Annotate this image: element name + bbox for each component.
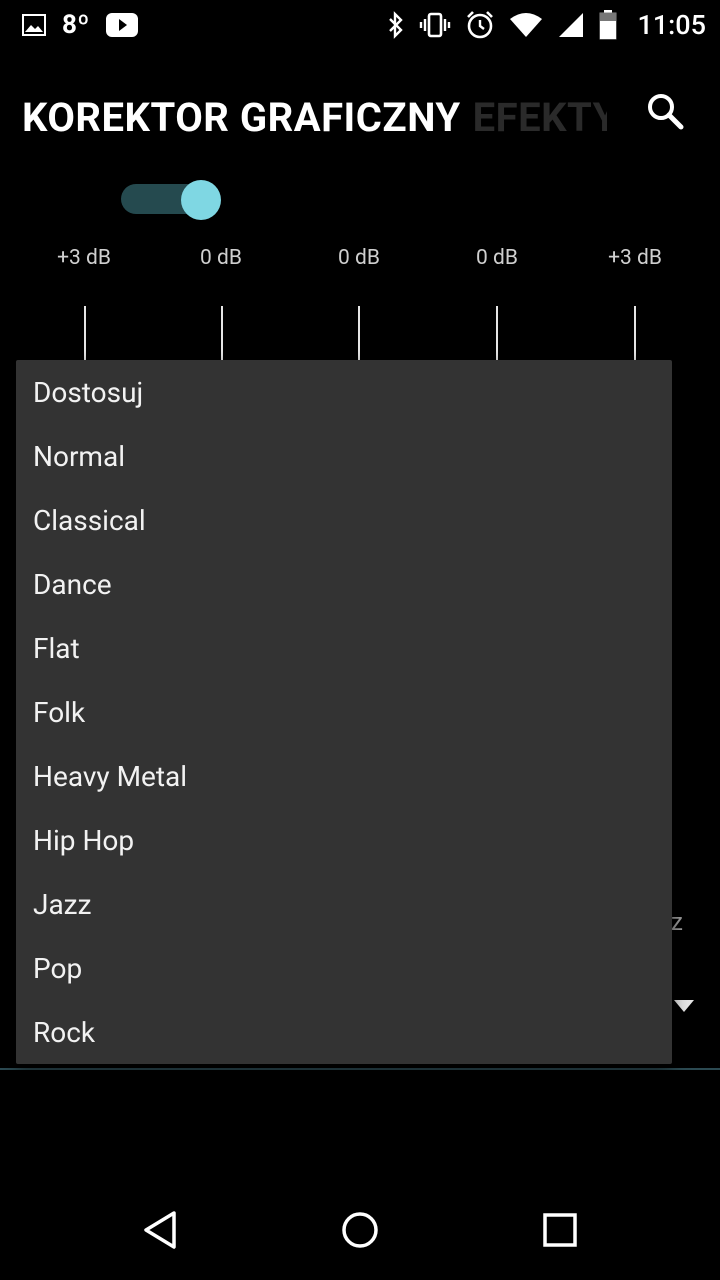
background-partial-text: z bbox=[671, 908, 683, 936]
search-icon bbox=[645, 91, 685, 135]
band-slider-5[interactable] bbox=[634, 306, 636, 360]
status-bar: 8º 11:05 bbox=[0, 0, 720, 50]
band-label-5: +3 dB bbox=[608, 246, 662, 270]
spinner-underline bbox=[0, 1068, 720, 1070]
status-left: 8º bbox=[22, 10, 138, 40]
chevron-down-icon bbox=[674, 1000, 694, 1012]
preset-option[interactable]: Rock bbox=[16, 1000, 672, 1064]
equalizer-toggle[interactable] bbox=[121, 180, 223, 220]
vibrate-icon bbox=[419, 12, 451, 38]
back-button[interactable] bbox=[130, 1202, 190, 1262]
recents-button[interactable] bbox=[530, 1202, 590, 1262]
bluetooth-icon bbox=[387, 11, 405, 39]
app-header: KOREKTOR GRAFICZNY EFEKTY bbox=[0, 84, 720, 154]
alarm-icon bbox=[465, 10, 495, 40]
clock: 11:05 bbox=[637, 9, 706, 41]
preset-option[interactable]: Heavy Metal bbox=[16, 744, 672, 808]
navigation-bar bbox=[0, 1180, 720, 1280]
band-slider-2[interactable] bbox=[221, 306, 223, 360]
band-label-4: 0 dB bbox=[476, 246, 518, 270]
wifi-icon bbox=[509, 12, 543, 38]
youtube-icon bbox=[105, 13, 138, 37]
preset-option[interactable]: Classical bbox=[16, 488, 672, 552]
tab-strip: KOREKTOR GRAFICZNY EFEKTY bbox=[22, 94, 607, 144]
band-slider-4[interactable] bbox=[496, 306, 498, 360]
temperature: 8º bbox=[62, 10, 90, 40]
band-label-1: +3 dB bbox=[57, 246, 111, 270]
preset-option[interactable]: Jazz bbox=[16, 872, 672, 936]
preset-dropdown-menu: Dostosuj Normal Classical Dance Flat Fol… bbox=[16, 360, 672, 1064]
recents-icon bbox=[542, 1212, 578, 1252]
image-icon bbox=[22, 14, 46, 36]
signal-icon bbox=[557, 11, 585, 39]
preset-option[interactable]: Dostosuj bbox=[16, 360, 672, 424]
back-icon bbox=[140, 1209, 180, 1255]
toggle-thumb[interactable] bbox=[181, 180, 221, 220]
preset-option[interactable]: Dance bbox=[16, 552, 672, 616]
tab-graphic-equalizer[interactable]: KOREKTOR GRAFICZNY bbox=[22, 94, 461, 141]
preset-option[interactable]: Hip Hop bbox=[16, 808, 672, 872]
preset-option[interactable]: Flat bbox=[16, 616, 672, 680]
preset-option[interactable]: Normal bbox=[16, 424, 672, 488]
status-right: 11:05 bbox=[387, 9, 706, 41]
preset-option[interactable]: Pop bbox=[16, 936, 672, 1000]
home-button[interactable] bbox=[330, 1202, 390, 1262]
battery-icon bbox=[599, 10, 617, 40]
search-button[interactable] bbox=[640, 88, 690, 138]
band-slider-1[interactable] bbox=[84, 306, 86, 360]
band-label-2: 0 dB bbox=[200, 246, 242, 270]
home-icon bbox=[340, 1210, 380, 1254]
preset-option[interactable]: Folk bbox=[16, 680, 672, 744]
band-slider-3[interactable] bbox=[358, 306, 360, 360]
tab-effects[interactable]: EFEKTY bbox=[473, 94, 607, 141]
band-label-3: 0 dB bbox=[338, 246, 380, 270]
